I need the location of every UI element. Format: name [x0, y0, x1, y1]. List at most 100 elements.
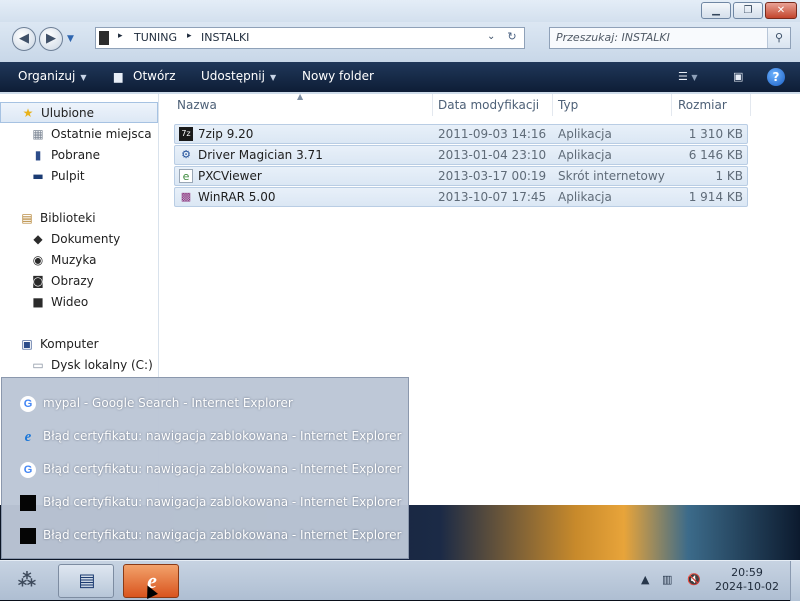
command-bar: Organizuj ▼ ▆ Otwórz Udostępnij ▼ Nowy fol…: [0, 62, 800, 92]
column-header-size[interactable]: Rozmiar: [678, 94, 727, 116]
file-date: 2013-10-07 17:45: [438, 190, 547, 204]
sidebar-item-desktop[interactable]: ▬ Pulpit: [0, 166, 158, 187]
7zip-icon: 7z: [179, 127, 193, 141]
address-bar[interactable]: ▸ TUNING ▸ INSTALKI ⌄ ↻: [95, 27, 525, 49]
window-title: Błąd certyfikatu: nawigacja zablokowana …: [43, 495, 402, 509]
close-button[interactable]: ✕: [765, 2, 797, 19]
new-folder-button[interactable]: Nowy folder: [302, 69, 374, 83]
file-name: PXCViewer: [198, 169, 262, 183]
google-icon: G: [20, 462, 36, 478]
help-button[interactable]: ?: [767, 68, 785, 86]
minimize-button[interactable]: ▁: [701, 2, 731, 19]
taskbar: ⁂ ▤ e ▲ ▥ 🔇 20:59 2024-10-02: [0, 560, 800, 601]
share-menu[interactable]: Udostępnij ▼: [201, 69, 276, 83]
volume-muted-icon[interactable]: 🔇: [687, 573, 701, 586]
recent-places-icon: ▦: [32, 127, 44, 141]
window-list-item[interactable]: G mypal - Google Search - Internet Explo…: [20, 393, 400, 415]
recent-pages-dropdown-icon[interactable]: ▼: [67, 34, 74, 44]
maximize-button[interactable]: ❐: [733, 2, 763, 19]
share-label: Udostępnij: [201, 69, 265, 83]
table-row[interactable]: 7z 7zip 9.20 2011-09-03 14:16 Aplikacja …: [174, 124, 748, 144]
breadcrumb-separator[interactable]: ▸: [187, 31, 192, 41]
sort-ascending-icon: ▲: [297, 92, 304, 101]
column-header-date[interactable]: Data modyfikacji: [438, 94, 539, 116]
winrar-icon: ▩: [180, 190, 192, 203]
start-button[interactable]: ⁂: [10, 564, 44, 598]
dropdown-arrow-icon: ▼: [269, 73, 277, 82]
column-divider[interactable]: [432, 94, 433, 116]
window-list-item[interactable]: e Błąd certyfikatu: nawigacja zablokowan…: [20, 426, 402, 448]
sidebar-item-local-disk[interactable]: ▭ Dysk lokalny (C:): [0, 355, 158, 376]
downloads-icon: ▮: [34, 148, 42, 162]
sidebar-item-documents[interactable]: ◆ Dokumenty: [0, 229, 158, 250]
breadcrumb-tuning[interactable]: TUNING: [134, 31, 177, 44]
file-type: Aplikacja: [558, 190, 612, 204]
forward-arrow-icon: ▶: [46, 31, 56, 46]
refresh-icon[interactable]: ↻: [505, 30, 519, 44]
internet-shortcut-icon: e: [179, 169, 193, 183]
search-placeholder: Przeszukaj: INSTALKI: [556, 31, 670, 44]
window-title: Błąd certyfikatu: nawigacja zablokowana …: [43, 429, 402, 443]
file-size: 1 914 KB: [688, 190, 743, 204]
file-size: 6 146 KB: [688, 148, 743, 162]
sidebar-item-recent-places[interactable]: ▦ Ostatnie miejsca: [0, 124, 158, 145]
open-icon: ▆: [114, 70, 123, 83]
forward-button[interactable]: ▶: [39, 27, 63, 51]
column-divider[interactable]: [750, 94, 751, 116]
breadcrumb-instalki[interactable]: INSTALKI: [201, 31, 249, 44]
sidebar-item-libraries[interactable]: ▤ Biblioteki: [0, 208, 158, 229]
organize-label: Organizuj: [18, 69, 76, 83]
file-type: Skrót internetowy: [558, 169, 665, 183]
title-bar[interactable]: ▁ ❐ ✕: [0, 0, 800, 22]
driver-magician-icon: ⚙: [181, 148, 191, 161]
breadcrumb-separator[interactable]: ▸: [118, 31, 123, 41]
sidebar-item-favorites[interactable]: ★ Ulubione: [0, 102, 158, 123]
preview-pane-icon[interactable]: ▣: [733, 70, 743, 83]
back-button[interactable]: ◀: [12, 27, 36, 51]
file-size: 1 KB: [715, 169, 743, 183]
view-options-icon[interactable]: ☰ ▼: [678, 70, 698, 83]
sidebar-item-label: Dysk lokalny (C:): [51, 358, 153, 372]
organize-menu[interactable]: Organizuj ▼: [18, 69, 86, 83]
sidebar-item-computer[interactable]: ▣ Komputer: [0, 334, 158, 355]
black-page-icon: [20, 528, 36, 544]
file-name: WinRAR 5.00: [198, 190, 276, 204]
file-date: 2011-09-03 14:16: [438, 127, 547, 141]
window-list-item[interactable]: G Błąd certyfikatu: nawigacja zablokowan…: [20, 459, 402, 481]
sidebar-item-downloads[interactable]: ▮ Pobrane: [0, 145, 158, 166]
hard-drive-icon: ▭: [32, 358, 44, 372]
documents-icon: ◆: [33, 232, 43, 246]
show-hidden-icons-icon[interactable]: ▲: [641, 573, 649, 586]
column-divider[interactable]: [671, 94, 672, 116]
window-list-item[interactable]: Błąd certyfikatu: nawigacja zablokowana …: [20, 492, 402, 514]
table-row[interactable]: ⚙ Driver Magician 3.71 2013-01-04 23:10 …: [174, 145, 748, 165]
sidebar-item-videos[interactable]: ■ Wideo: [0, 292, 158, 313]
window-title: mypal - Google Search - Internet Explore…: [43, 396, 293, 410]
sidebar-item-label: Ostatnie miejsca: [51, 127, 152, 141]
table-row[interactable]: ▩ WinRAR 5.00 2013-10-07 17:45 Aplikacja…: [174, 187, 748, 207]
open-button[interactable]: Otwórz: [133, 69, 176, 83]
folder-path-icon: [99, 31, 109, 45]
taskbar-explorer-button[interactable]: ▤: [58, 564, 114, 598]
file-type: Aplikacja: [558, 148, 612, 162]
window-list-item[interactable]: Błąd certyfikatu: nawigacja zablokowana …: [20, 525, 401, 547]
show-desktop-button[interactable]: [790, 561, 800, 601]
sidebar-item-label: Ulubione: [41, 106, 95, 120]
system-clock[interactable]: 20:59 2024-10-02: [712, 566, 782, 594]
search-button[interactable]: ⚲: [767, 28, 790, 48]
sidebar-item-pictures[interactable]: ◙ Obrazy: [0, 271, 158, 292]
column-header-type[interactable]: Typ: [558, 94, 578, 116]
network-icon[interactable]: ▥: [662, 573, 672, 586]
table-row[interactable]: e PXCViewer 2013-03-17 00:19 Skrót inter…: [174, 166, 748, 186]
sidebar-item-music[interactable]: ◉ Muzyka: [0, 250, 158, 271]
clock-time: 20:59: [731, 566, 763, 579]
sidebar-item-label: Wideo: [51, 295, 89, 309]
address-history-chevron-icon[interactable]: ⌄: [487, 31, 495, 42]
back-arrow-icon: ◀: [19, 31, 29, 46]
videos-icon: ■: [32, 295, 44, 309]
search-input[interactable]: Przeszukaj: INSTALKI ⚲: [549, 27, 791, 49]
window-title: Błąd certyfikatu: nawigacja zablokowana …: [43, 462, 402, 476]
column-header-name[interactable]: Nazwa: [177, 94, 217, 116]
file-date: 2013-01-04 23:10: [438, 148, 547, 162]
column-divider[interactable]: [552, 94, 553, 116]
